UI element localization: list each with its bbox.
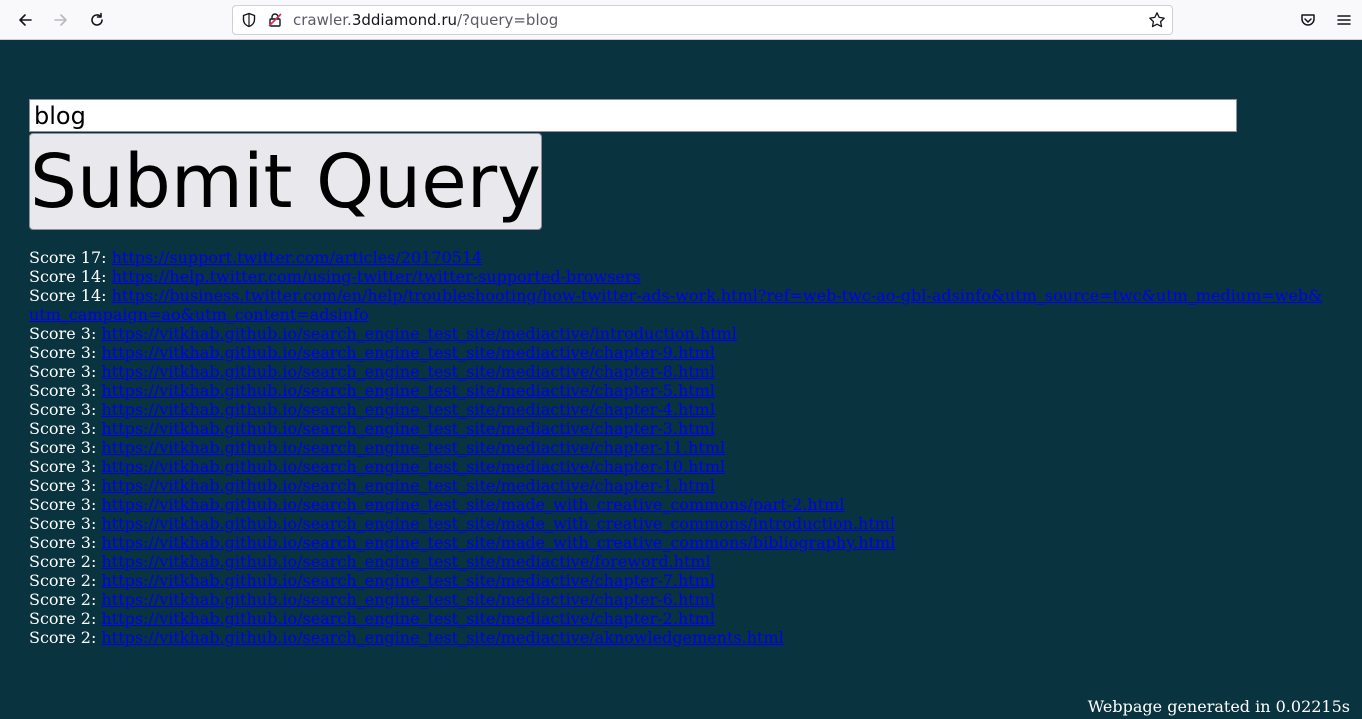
url-text: crawler.3ddiamond.ru/?query=blog xyxy=(293,11,558,29)
result-item: Score 3: https://vitkhab.github.io/searc… xyxy=(29,419,1329,438)
result-item: Score 2: https://vitkhab.github.io/searc… xyxy=(29,552,1329,571)
back-icon[interactable] xyxy=(13,8,37,32)
forward-icon[interactable] xyxy=(49,8,73,32)
result-score: Score 3: xyxy=(29,362,97,381)
results-list: Score 17: https://support.twitter.com/ar… xyxy=(29,248,1329,647)
result-score: Score 2: xyxy=(29,609,97,628)
result-link[interactable]: https://vitkhab.github.io/search_engine_… xyxy=(101,571,715,590)
result-score: Score 14: xyxy=(29,267,107,286)
result-score: Score 2: xyxy=(29,571,97,590)
result-item: Score 3: https://vitkhab.github.io/searc… xyxy=(29,324,1329,343)
result-item: Score 14: https://business.twitter.com/e… xyxy=(29,286,1329,324)
result-link[interactable]: https://vitkhab.github.io/search_engine_… xyxy=(101,362,715,381)
result-item: Score 3: https://vitkhab.github.io/searc… xyxy=(29,381,1329,400)
url-prefix: crawler. xyxy=(293,11,352,29)
result-score: Score 3: xyxy=(29,533,97,552)
result-score: Score 3: xyxy=(29,381,97,400)
result-link[interactable]: https://vitkhab.github.io/search_engine_… xyxy=(101,400,715,419)
result-item: Score 3: https://vitkhab.github.io/searc… xyxy=(29,495,1329,514)
result-item: Score 2: https://vitkhab.github.io/searc… xyxy=(29,628,1329,647)
result-link[interactable]: https://vitkhab.github.io/search_engine_… xyxy=(101,476,715,495)
result-link[interactable]: https://vitkhab.github.io/search_engine_… xyxy=(101,590,715,609)
result-link[interactable]: https://vitkhab.github.io/search_engine_… xyxy=(101,457,725,476)
result-link[interactable]: https://vitkhab.github.io/search_engine_… xyxy=(101,419,715,438)
result-item: Score 17: https://support.twitter.com/ar… xyxy=(29,248,1329,267)
result-score: Score 3: xyxy=(29,514,97,533)
result-item: Score 2: https://vitkhab.github.io/searc… xyxy=(29,609,1329,628)
result-item: Score 3: https://vitkhab.github.io/searc… xyxy=(29,438,1329,457)
result-score: Score 3: xyxy=(29,438,97,457)
result-link[interactable]: https://support.twitter.com/articles/201… xyxy=(112,248,483,267)
result-score: Score 3: xyxy=(29,419,97,438)
result-score: Score 3: xyxy=(29,343,97,362)
reload-icon[interactable] xyxy=(85,8,109,32)
result-link[interactable]: https://vitkhab.github.io/search_engine_… xyxy=(101,533,895,552)
result-item: Score 3: https://vitkhab.github.io/searc… xyxy=(29,476,1329,495)
result-item: Score 3: https://vitkhab.github.io/searc… xyxy=(29,533,1329,552)
result-score: Score 14: xyxy=(29,286,107,305)
result-link[interactable]: https://vitkhab.github.io/search_engine_… xyxy=(101,324,736,343)
url-path: /?query=blog xyxy=(457,11,559,29)
pocket-icon[interactable] xyxy=(1296,8,1320,32)
result-score: Score 2: xyxy=(29,628,97,647)
browser-toolbar: crawler.3ddiamond.ru/?query=blog xyxy=(0,0,1362,40)
result-item: Score 3: https://vitkhab.github.io/searc… xyxy=(29,514,1329,533)
search-input[interactable] xyxy=(29,99,1237,132)
result-item: Score 2: https://vitkhab.github.io/searc… xyxy=(29,571,1329,590)
address-bar[interactable]: crawler.3ddiamond.ru/?query=blog xyxy=(232,5,1173,35)
url-domain: 3ddiamond.ru xyxy=(351,11,458,29)
result-score: Score 3: xyxy=(29,400,97,419)
result-link[interactable]: https://vitkhab.github.io/search_engine_… xyxy=(101,628,783,647)
bookmark-star-icon[interactable] xyxy=(1148,11,1166,33)
result-item: Score 14: https://help.twitter.com/using… xyxy=(29,267,1329,286)
result-score: Score 3: xyxy=(29,495,97,514)
result-score: Score 2: xyxy=(29,590,97,609)
result-score: Score 3: xyxy=(29,457,97,476)
result-item: Score 2: https://vitkhab.github.io/searc… xyxy=(29,590,1329,609)
result-link[interactable]: https://vitkhab.github.io/search_engine_… xyxy=(101,438,725,457)
result-score: Score 3: xyxy=(29,324,97,343)
result-item: Score 3: https://vitkhab.github.io/searc… xyxy=(29,343,1329,362)
result-link[interactable]: https://help.twitter.com/using-twitter/t… xyxy=(112,267,641,286)
result-item: Score 3: https://vitkhab.github.io/searc… xyxy=(29,400,1329,419)
result-link[interactable]: https://vitkhab.github.io/search_engine_… xyxy=(101,343,715,362)
submit-query-button[interactable]: Submit Query xyxy=(29,133,542,230)
result-link[interactable]: https://vitkhab.github.io/search_engine_… xyxy=(101,609,715,628)
result-link[interactable]: https://vitkhab.github.io/search_engine_… xyxy=(101,381,715,400)
result-link[interactable]: https://vitkhab.github.io/search_engine_… xyxy=(101,552,710,571)
result-link[interactable]: https://vitkhab.github.io/search_engine_… xyxy=(101,495,844,514)
result-link[interactable]: https://business.twitter.com/en/help/tro… xyxy=(29,286,1322,324)
result-item: Score 3: https://vitkhab.github.io/searc… xyxy=(29,457,1329,476)
result-score: Score 2: xyxy=(29,552,97,571)
insecure-lock-icon[interactable] xyxy=(267,12,283,32)
result-score: Score 3: xyxy=(29,476,97,495)
menu-icon[interactable] xyxy=(1332,8,1356,32)
result-item: Score 3: https://vitkhab.github.io/searc… xyxy=(29,362,1329,381)
result-link[interactable]: https://vitkhab.github.io/search_engine_… xyxy=(101,514,895,533)
shield-icon[interactable] xyxy=(241,12,257,32)
result-score: Score 17: xyxy=(29,248,107,267)
generation-time: Webpage generated in 0.02215s xyxy=(1087,697,1350,716)
